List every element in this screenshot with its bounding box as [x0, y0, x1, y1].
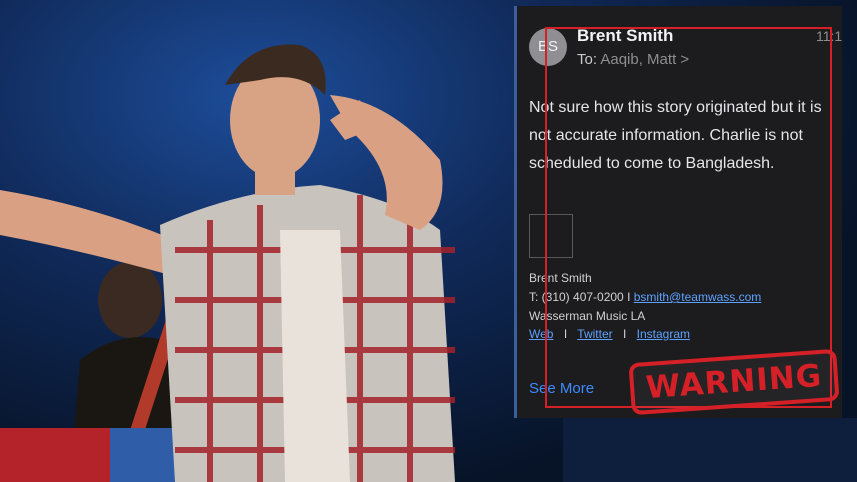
background-panel [563, 418, 857, 482]
red-highlight-frame [545, 27, 832, 408]
performer-illustration [0, 44, 455, 482]
